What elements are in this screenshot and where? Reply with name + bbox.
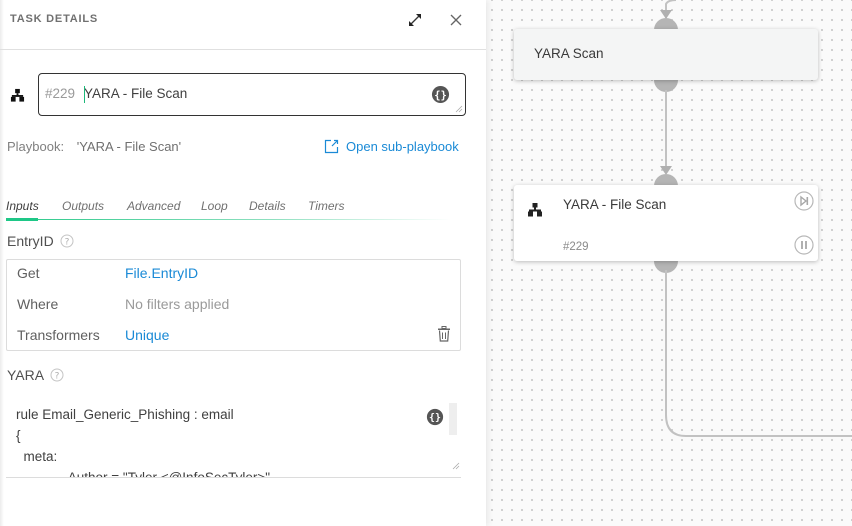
open-sub-playbook-label: Open sub-playbook xyxy=(346,139,459,154)
node-yara-scan[interactable]: YARA Scan xyxy=(514,29,818,80)
arrow-icon xyxy=(660,10,672,19)
transformers-value-link[interactable]: Unique xyxy=(125,327,169,343)
pause-icon[interactable] xyxy=(794,235,814,255)
yara-label-text: YARA xyxy=(7,367,45,383)
close-x-icon[interactable] xyxy=(448,12,464,28)
task-details-panel: TASK DETAILS #229 YARA - File Scan {} Pl… xyxy=(0,0,486,526)
external-link-icon xyxy=(324,139,339,154)
task-name-value: YARA - File Scan xyxy=(84,86,188,101)
yara-textarea[interactable]: rule Email_Generic_Phishing : email { me… xyxy=(6,398,461,478)
node-yara-file-scan[interactable]: YARA - File Scan #229 xyxy=(514,185,818,261)
tab-active-indicator xyxy=(6,218,38,221)
panel-header: TASK DETAILS xyxy=(0,0,486,50)
task-number: #229 xyxy=(45,86,76,101)
connector-bottom xyxy=(665,270,852,437)
entryid-label: EntryID ? xyxy=(7,233,74,249)
help-icon[interactable]: ? xyxy=(50,368,64,382)
scrollbar[interactable] xyxy=(449,403,457,435)
expand-arrows-icon[interactable] xyxy=(406,11,424,29)
where-value[interactable]: No filters applied xyxy=(125,296,229,312)
skip-icon[interactable] xyxy=(794,191,814,211)
tab-underline xyxy=(6,219,451,220)
entryid-label-text: EntryID xyxy=(7,233,54,249)
yara-label: YARA ? xyxy=(7,367,64,383)
entryid-input-box[interactable]: Get File.EntryID Where No filters applie… xyxy=(6,259,461,351)
playbook-canvas[interactable]: YARA Scan YARA - File Scan #229 xyxy=(486,0,852,526)
panel-title: TASK DETAILS xyxy=(10,13,99,25)
tab-details[interactable]: Details xyxy=(249,199,286,213)
node-title: YARA Scan xyxy=(534,46,604,61)
arrow-icon xyxy=(660,166,672,175)
panel-edge xyxy=(0,0,4,526)
task-tabs: Inputs Outputs Advanced Loop Details Tim… xyxy=(6,197,451,221)
trash-icon[interactable] xyxy=(437,326,451,342)
tab-advanced[interactable]: Advanced xyxy=(127,199,180,213)
transformers-key: Transformers xyxy=(17,327,100,343)
node-task-number: #229 xyxy=(563,241,589,253)
task-name-input[interactable]: #229 YARA - File Scan {} xyxy=(38,73,466,116)
node-title: YARA - File Scan xyxy=(563,197,667,212)
sub-playbook-icon xyxy=(528,203,542,217)
help-icon[interactable]: ? xyxy=(60,234,74,248)
playbook-label: Playbook: xyxy=(7,139,65,154)
get-key: Get xyxy=(17,265,40,281)
resize-grip-icon[interactable] xyxy=(452,462,460,470)
where-key: Where xyxy=(17,296,59,312)
tab-outputs[interactable]: Outputs xyxy=(62,199,104,213)
tab-timers[interactable]: Timers xyxy=(308,199,345,213)
tab-inputs[interactable]: Inputs xyxy=(6,199,39,213)
resize-grip-icon[interactable] xyxy=(455,105,463,113)
svg-text:?: ? xyxy=(64,238,69,248)
svg-text:{}: {} xyxy=(434,89,447,101)
yara-code: rule Email_Generic_Phishing : email { me… xyxy=(16,407,271,478)
playbook-value: 'YARA - File Scan' xyxy=(76,139,182,154)
open-sub-playbook-link[interactable]: Open sub-playbook xyxy=(324,139,459,154)
sub-playbook-icon xyxy=(10,88,25,102)
text-caret xyxy=(84,86,85,103)
get-value-link[interactable]: File.EntryID xyxy=(125,265,198,281)
svg-text:?: ? xyxy=(55,372,60,382)
playbook-info: Playbook: 'YARA - File Scan' xyxy=(7,139,181,154)
svg-text:{}: {} xyxy=(429,413,441,424)
playbook-editor: YARA Scan YARA - File Scan #229 TASK DET… xyxy=(0,0,852,526)
curly-braces-icon[interactable]: {} xyxy=(426,408,444,426)
tab-loop[interactable]: Loop xyxy=(201,199,228,213)
curly-braces-icon[interactable]: {} xyxy=(431,85,450,104)
